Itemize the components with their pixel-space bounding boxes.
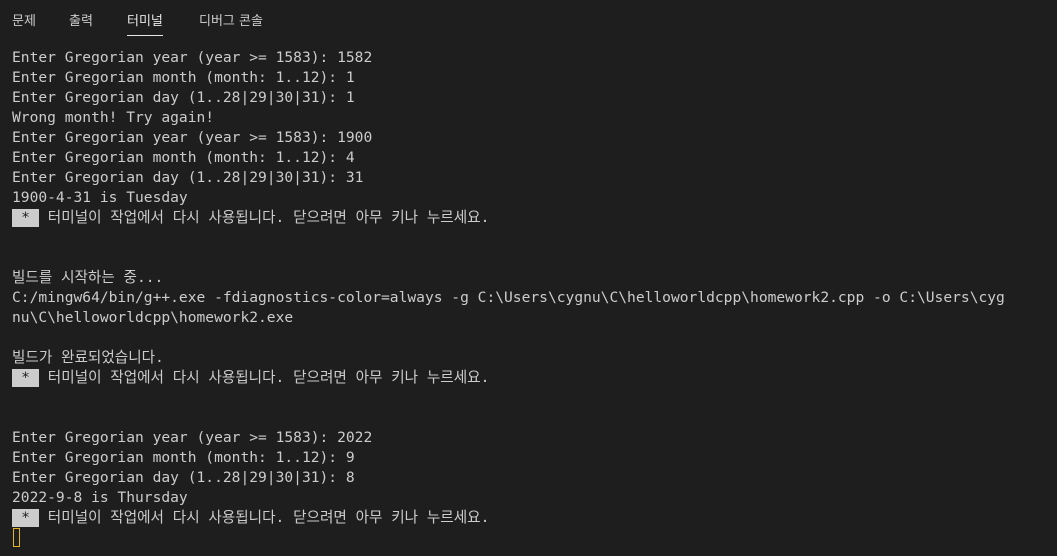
terminal-line: 빌드가 완료되었습니다. xyxy=(12,349,164,366)
terminal-line: nu\C\helloworldcpp\homework2.exe xyxy=(12,309,294,326)
terminal-line: C:/mingw64/bin/g++.exe -fdiagnostics-col… xyxy=(12,289,1005,306)
tab-output[interactable]: 출력 xyxy=(69,13,93,35)
task-reuse-line: * 터미널이 작업에서 다시 사용됩니다. 닫으려면 아무 키나 누르세요. xyxy=(12,368,1052,388)
task-badge: * xyxy=(12,209,39,227)
prompt-line xyxy=(12,528,1052,548)
task-badge: * xyxy=(12,369,39,387)
terminal-line: Wrong month! Try again! xyxy=(12,109,215,126)
terminal-line: 1900-4-31 is Tuesday xyxy=(12,189,188,206)
terminal-line: 2022-9-8 is Thursday xyxy=(12,489,188,506)
task-badge: * xyxy=(12,509,39,527)
terminal-line: Enter Gregorian year (year >= 1583): 202… xyxy=(12,429,373,446)
terminal-line: Enter Gregorian year (year >= 1583): 190… xyxy=(12,129,373,146)
task-reuse-message: 터미널이 작업에서 다시 사용됩니다. 닫으려면 아무 키나 누르세요. xyxy=(39,509,490,526)
tab-debug-console[interactable]: 디버그 콘솔 xyxy=(199,13,263,35)
terminal-line: Enter Gregorian month (month: 1..12): 9 xyxy=(12,449,355,466)
terminal-output[interactable]: Enter Gregorian year (year >= 1583): 158… xyxy=(12,48,1052,548)
terminal-panel: 문제 출력 터미널 디버그 콘솔 Enter Gregorian year (y… xyxy=(0,0,1057,556)
terminal-line: Enter Gregorian year (year >= 1583): 158… xyxy=(12,49,373,66)
task-reuse-line: * 터미널이 작업에서 다시 사용됩니다. 닫으려면 아무 키나 누르세요. xyxy=(12,508,1052,528)
active-tab-indicator xyxy=(127,35,163,36)
terminal-line: 빌드를 시작하는 중... xyxy=(12,269,164,286)
tab-terminal[interactable]: 터미널 xyxy=(127,13,163,36)
tab-terminal-label: 터미널 xyxy=(127,14,163,29)
terminal-line: Enter Gregorian day (1..28|29|30|31): 31 xyxy=(12,169,364,186)
task-reuse-message: 터미널이 작업에서 다시 사용됩니다. 닫으려면 아무 키나 누르세요. xyxy=(39,209,490,226)
terminal-line: Enter Gregorian day (1..28|29|30|31): 8 xyxy=(12,469,355,486)
terminal-line: Enter Gregorian day (1..28|29|30|31): 1 xyxy=(12,89,355,106)
terminal-cursor[interactable] xyxy=(13,528,20,547)
task-reuse-message: 터미널이 작업에서 다시 사용됩니다. 닫으려면 아무 키나 누르세요. xyxy=(39,369,490,386)
panel-tab-bar: 문제 출력 터미널 디버그 콘솔 xyxy=(0,0,1057,44)
terminal-line: Enter Gregorian month (month: 1..12): 1 xyxy=(12,69,355,86)
tab-problems[interactable]: 문제 xyxy=(12,13,36,35)
task-reuse-line: * 터미널이 작업에서 다시 사용됩니다. 닫으려면 아무 키나 누르세요. xyxy=(12,208,1052,228)
terminal-line: Enter Gregorian month (month: 1..12): 4 xyxy=(12,149,355,166)
